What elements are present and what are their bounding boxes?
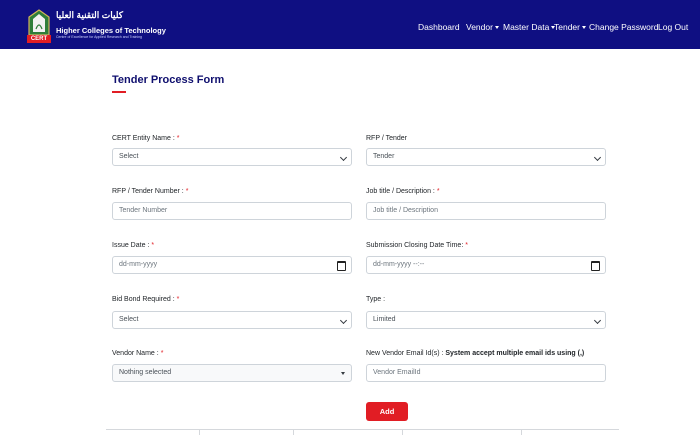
caret-down-icon (494, 26, 499, 29)
brand-arabic-name: كليات التقنية العليا (56, 10, 123, 20)
calendar-icon[interactable] (591, 261, 600, 271)
add-button[interactable]: Add (366, 402, 408, 421)
new-email-label: New Vendor Email Id(s) : System accept m… (366, 350, 584, 357)
rfp-number-input[interactable]: Tender Number (112, 202, 352, 220)
type-label: Type : (366, 296, 386, 303)
type-select-value: Limited (373, 316, 396, 323)
chevron-down-icon (339, 316, 348, 325)
table-column-divider (293, 429, 294, 435)
page-title: Tender Process Form (112, 74, 225, 86)
rfp-type-select[interactable]: Tender (366, 148, 606, 166)
required-mark: * (160, 350, 164, 357)
required-mark: * (151, 242, 155, 249)
chevron-down-icon (339, 153, 348, 162)
results-table-header (106, 429, 619, 435)
issue-date-input[interactable]: dd-mm-yyyy (112, 256, 352, 274)
issue-date-label-text: Issue Date : (112, 242, 150, 249)
rfp-type-label: RFP / Tender (366, 135, 407, 142)
required-mark: * (436, 188, 440, 195)
rfp-number-label: RFP / Tender Number : * (112, 188, 188, 195)
rfp-type-select-value: Tender (373, 153, 395, 160)
vendor-email-input[interactable]: Vendor EmailId (366, 364, 606, 382)
nav-vendor-label: Vendor (466, 22, 493, 32)
vendor-multiselect[interactable]: Nothing selected (112, 364, 352, 382)
calendar-icon[interactable] (337, 261, 346, 271)
required-mark: * (185, 188, 189, 195)
vendor-name-label: Vendor Name : * (112, 350, 163, 357)
closing-date-input[interactable]: dd-mm-yyyy --:-- (366, 256, 606, 274)
rfp-number-label-text: RFP / Tender Number : (112, 188, 184, 195)
type-select[interactable]: Limited (366, 311, 606, 329)
caret-down-icon (341, 372, 345, 375)
nav-master-data-label: Master Data (503, 22, 550, 32)
brand-subtitle: Centre of Excellence for Applied Researc… (56, 35, 142, 39)
new-email-note: System accept multiple email ids using (… (445, 350, 585, 357)
nav-tender-label: Tender (554, 22, 580, 32)
bid-bond-label-text: Bid Bond Required : (112, 296, 175, 303)
closing-date-label: Submission Closing Date Time: * (366, 242, 468, 249)
job-title-label-text: Job title / Description : (366, 188, 435, 195)
required-mark: * (465, 242, 468, 249)
hct-cert-logo[interactable]: CERT كليات التقنية العليا Higher College… (27, 9, 167, 43)
job-title-input[interactable]: Job title / Description (366, 202, 606, 220)
closing-date-placeholder: dd-mm-yyyy --:-- (373, 261, 425, 268)
brand-name: Higher Colleges of Technology (56, 26, 166, 35)
entity-label: CERT Entity Name : * (112, 135, 180, 142)
vendor-multiselect-value: Nothing selected (119, 369, 172, 376)
nav-dashboard[interactable]: Dashboard (418, 22, 460, 32)
nav-vendor[interactable]: Vendor (466, 22, 499, 32)
bid-bond-label: Bid Bond Required : * (112, 296, 179, 303)
closing-date-label-text: Submission Closing Date Time: (366, 242, 464, 249)
nav-tender[interactable]: Tender (554, 22, 586, 32)
entity-select-value: Select (119, 153, 139, 160)
job-title-label: Job title / Description : * (366, 188, 440, 195)
nav-change-password[interactable]: Change Password (589, 22, 658, 32)
nav-master-data[interactable]: Master Data (503, 22, 556, 32)
vendor-name-label-text: Vendor Name : (112, 350, 159, 357)
chevron-down-icon (593, 153, 602, 162)
cert-tag: CERT (27, 35, 51, 43)
required-mark: * (176, 296, 180, 303)
table-column-divider (521, 429, 522, 435)
top-navbar: CERT كليات التقنية العليا Higher College… (0, 0, 700, 49)
table-column-divider (402, 429, 403, 435)
new-email-label-text: New Vendor Email Id(s) : (366, 350, 444, 357)
issue-date-placeholder: dd-mm-yyyy (119, 261, 158, 268)
chevron-down-icon (593, 316, 602, 325)
bid-bond-select-value: Select (119, 316, 139, 323)
caret-down-icon (582, 26, 586, 29)
nav-logout[interactable]: Log Out (658, 22, 688, 32)
required-mark: * (176, 135, 180, 142)
table-column-divider (199, 429, 200, 435)
title-underline (112, 91, 126, 93)
issue-date-label: Issue Date : * (112, 242, 154, 249)
entity-select[interactable]: Select (112, 148, 352, 166)
entity-label-text: CERT Entity Name : (112, 135, 175, 142)
bid-bond-select[interactable]: Select (112, 311, 352, 329)
